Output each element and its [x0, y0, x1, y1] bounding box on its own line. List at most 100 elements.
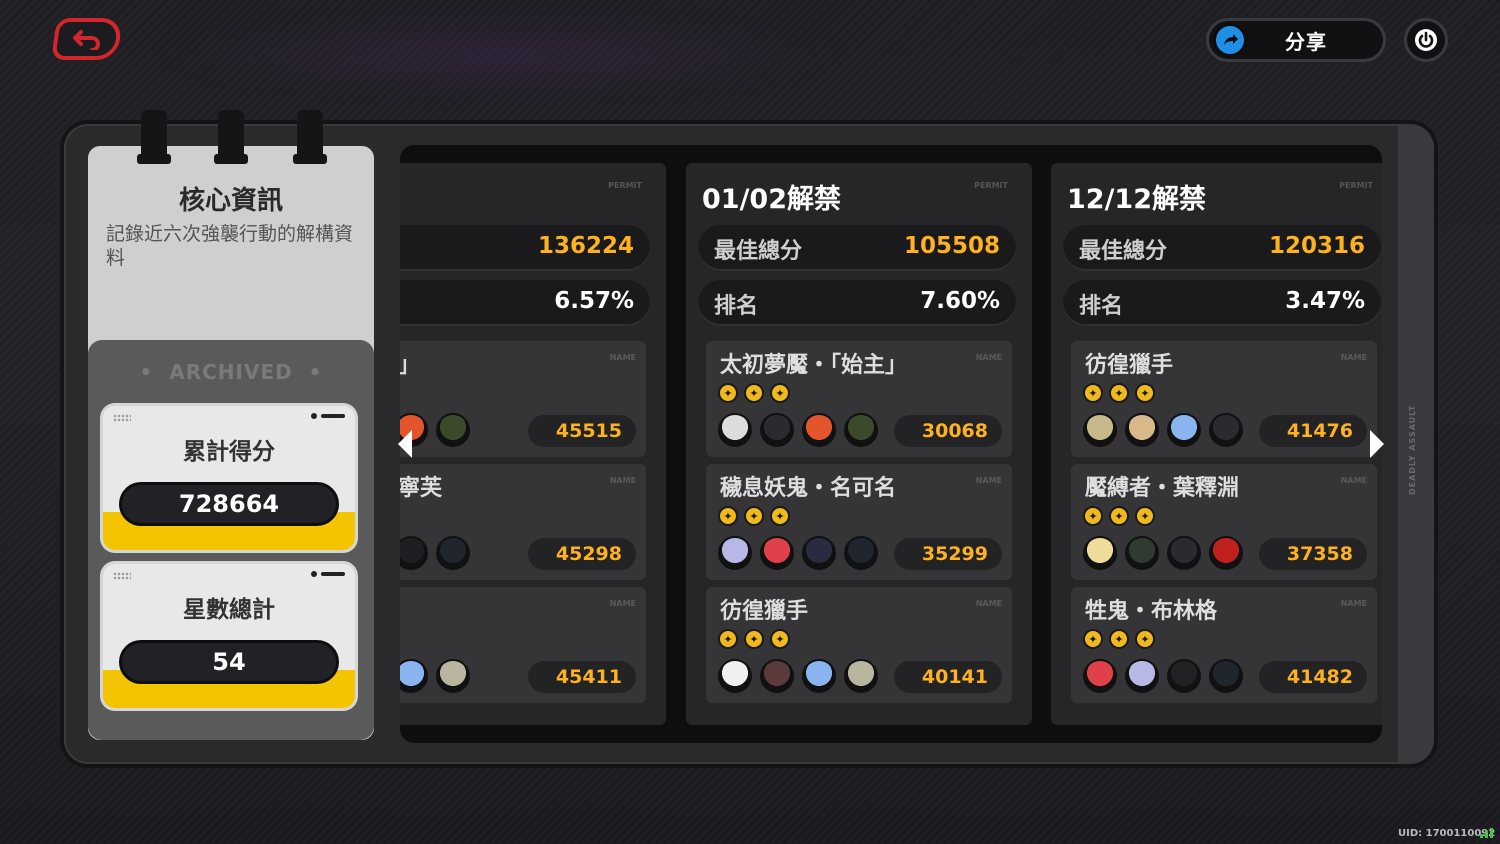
best-score-label: 最佳總分	[714, 239, 803, 264]
card-dot	[311, 413, 317, 419]
agent-avatar	[436, 536, 470, 570]
total-stars-card: 星數總計 54	[103, 564, 355, 708]
star-rating: ✦ ✦ ✦	[1083, 506, 1155, 526]
star-icon: ✦	[770, 506, 790, 526]
boss-name: 讀者」	[400, 353, 421, 378]
agent-avatar	[1167, 536, 1201, 570]
agent-avatar	[760, 536, 794, 570]
boss-record[interactable]: 彷徨獵手 NAME ✦ ✦ ✦ 41476	[1071, 341, 1377, 457]
boss-record[interactable]: 牲鬼・布林格 NAME ✦ ✦ ✦ 41482	[1071, 587, 1377, 703]
star-icon: ✦	[1135, 506, 1155, 526]
total-stars-value: 54	[119, 640, 339, 684]
record-date: 01/02解禁	[702, 184, 842, 215]
star-icon: ✦	[770, 629, 790, 649]
boss-record[interactable]: 穢息妖鬼・名可名 NAME ✦ ✦ ✦ 35299	[706, 464, 1012, 580]
agent-avatar	[802, 659, 836, 693]
agent-team	[718, 536, 878, 570]
boss-record[interactable]: 魘縛者・葉釋淵 NAME ✦ ✦ ✦ 37358	[1071, 464, 1377, 580]
boss-name: 穢息妖鬼・名可名	[720, 476, 897, 501]
share-label: 分享	[1285, 29, 1327, 54]
best-score-row: 最佳總分 105508	[698, 225, 1016, 271]
boss-score: 41482	[1259, 661, 1367, 693]
agent-avatar	[844, 659, 878, 693]
agent-avatar	[400, 659, 428, 693]
boss-score: 45515	[528, 415, 636, 447]
name-tag: NAME	[975, 353, 1002, 362]
star-rating: ✦ ✦ ✦	[718, 506, 790, 526]
agent-avatar	[1167, 659, 1201, 693]
total-stars-label: 星數總計	[183, 597, 275, 623]
next-arrow-icon[interactable]	[1370, 430, 1384, 458]
agent-avatar	[436, 413, 470, 447]
name-tag: NAME	[1340, 353, 1367, 362]
previous-arrow-icon[interactable]	[398, 430, 412, 458]
star-icon: ✦	[1109, 629, 1129, 649]
share-button[interactable]: 分享	[1206, 18, 1386, 62]
agent-avatar	[1125, 659, 1159, 693]
boss-score: 35299	[894, 538, 1002, 570]
star-icon: ✦	[1135, 383, 1155, 403]
boss-record[interactable]: 彷徨獵手 NAME ✦ ✦ ✦ 40141	[706, 587, 1012, 703]
power-button[interactable]	[1404, 18, 1448, 62]
agent-avatar	[1167, 413, 1201, 447]
card-dots	[113, 414, 131, 422]
star-icon: ✦	[1083, 506, 1103, 526]
star-icon: ✦	[744, 629, 764, 649]
agent-team	[400, 659, 470, 693]
archived-label: • ARCHIVED •	[139, 360, 323, 384]
best-score-label: 最佳總分	[1079, 239, 1168, 264]
boss-record[interactable]: 司祭 NAME ✦ 45411	[400, 587, 646, 703]
rank-value: 6.57%	[554, 288, 634, 314]
name-tag: NAME	[1340, 599, 1367, 608]
notebook-ring	[293, 110, 327, 164]
agent-avatar	[802, 536, 836, 570]
total-score-card: 累計得分 728664	[103, 406, 355, 550]
star-icon: ✦	[744, 506, 764, 526]
records-carousel[interactable]: 中 PERMIT 總分 136224 6.57% 讀者」 NAME ✦ 4551…	[400, 145, 1382, 743]
agent-avatar	[1083, 413, 1117, 447]
star-icon: ✦	[1109, 383, 1129, 403]
agent-avatar	[802, 413, 836, 447]
permit-tag: PERMIT	[974, 181, 1008, 190]
name-tag: NAME	[975, 599, 1002, 608]
star-icon: ✦	[1109, 506, 1129, 526]
agent-avatar	[718, 413, 752, 447]
star-icon: ✦	[718, 383, 738, 403]
record-panel: 中 PERMIT 總分 136224 6.57% 讀者」 NAME ✦ 4551…	[400, 163, 666, 725]
rank-value: 3.47%	[1285, 288, 1365, 314]
rank-row: 6.57%	[400, 280, 650, 326]
rank-label: 排名	[1079, 294, 1124, 319]
power-icon	[1415, 29, 1437, 51]
boss-record[interactable]: 太初夢魘・「始主」 NAME ✦ ✦ ✦ 30068	[706, 341, 1012, 457]
record-date: 12/12解禁	[1067, 184, 1207, 215]
core-info-description: 記錄近六次強襲行動的解構資料	[106, 223, 354, 269]
boss-record[interactable]: 讀者」 NAME ✦ 45515	[400, 341, 646, 457]
agent-avatar	[1209, 536, 1243, 570]
star-rating: ✦ ✦ ✦	[718, 383, 790, 403]
agent-avatar	[436, 659, 470, 693]
record-panel: 01/02解禁 PERMIT 最佳總分 105508 排名 7.60% 太初夢魘…	[686, 163, 1032, 725]
permit-tag: PERMIT	[1339, 181, 1373, 190]
agent-team	[718, 413, 878, 447]
agent-team	[1083, 413, 1243, 447]
rank-label: 排名	[714, 294, 759, 319]
boss-record[interactable]: ・冥寧芙 NAME ✦ 45298	[400, 464, 646, 580]
agent-avatar	[1125, 413, 1159, 447]
back-arrow-icon	[73, 30, 100, 50]
best-score-row: 總分 136224	[400, 225, 650, 271]
agent-avatar	[844, 536, 878, 570]
agent-avatar	[1083, 659, 1117, 693]
agent-avatar	[1083, 536, 1117, 570]
boss-score: 37358	[1259, 538, 1367, 570]
boss-name: ・冥寧芙	[400, 476, 443, 501]
name-tag: NAME	[609, 599, 636, 608]
star-rating: ✦ ✦ ✦	[718, 629, 790, 649]
agent-avatar	[400, 536, 428, 570]
star-icon: ✦	[744, 383, 764, 403]
card-dot	[311, 571, 317, 577]
star-rating: ✦ ✦ ✦	[1083, 629, 1155, 649]
best-score-value: 136224	[537, 233, 634, 259]
core-info-title: 核心資訊	[178, 186, 283, 216]
agent-avatar	[718, 659, 752, 693]
boss-score: 30068	[894, 415, 1002, 447]
